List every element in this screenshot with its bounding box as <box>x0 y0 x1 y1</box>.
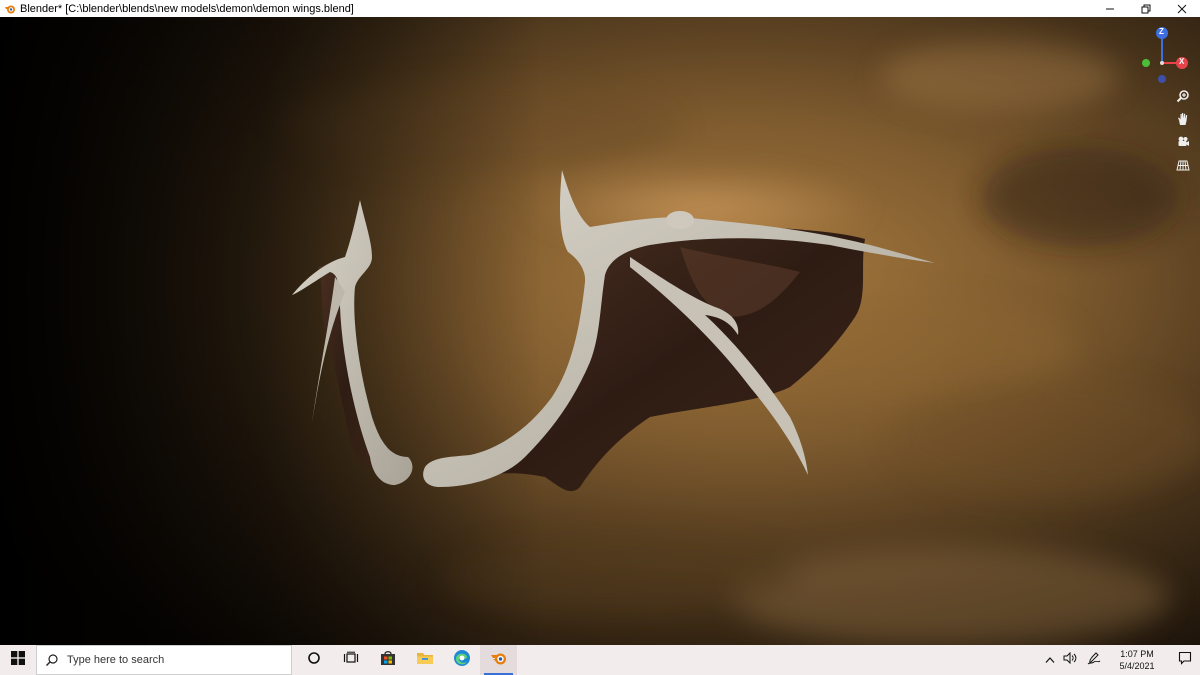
minimize-button[interactable] <box>1092 0 1128 17</box>
taskbar-search[interactable] <box>36 645 292 675</box>
chevron-up-icon <box>1045 651 1055 669</box>
close-button[interactable] <box>1164 0 1200 17</box>
task-view-icon <box>343 651 359 670</box>
pen-workspace-button[interactable] <box>1084 645 1104 675</box>
grid-perspective-icon <box>1176 158 1190 177</box>
window-title: Blender* [C:\blender\blends\new models\d… <box>20 2 354 15</box>
gizmo-x-label: X <box>1179 57 1185 66</box>
store-button[interactable] <box>369 645 406 675</box>
zoom-tool[interactable] <box>1172 87 1194 109</box>
file-explorer-icon <box>416 650 434 671</box>
taskbar: 1:07 PM 5/4/2021 <box>0 645 1200 675</box>
volume-button[interactable] <box>1060 645 1080 675</box>
file-explorer-button[interactable] <box>406 645 443 675</box>
speaker-icon <box>1063 651 1077 669</box>
blender-window: Blender* [C:\blender\blends\new models\d… <box>0 0 1200 675</box>
restore-icon <box>1141 4 1151 14</box>
edge-icon <box>453 649 471 672</box>
close-icon <box>1177 4 1187 14</box>
camera-tool[interactable] <box>1172 133 1194 155</box>
cortana-button[interactable] <box>295 645 332 675</box>
3d-viewport[interactable]: Z X <box>0 17 1200 645</box>
action-center-button[interactable] <box>1170 645 1200 675</box>
blender-taskbar-button[interactable] <box>480 645 517 675</box>
start-button[interactable] <box>0 645 36 675</box>
zoom-icon <box>1176 89 1190 108</box>
edge-button[interactable] <box>443 645 480 675</box>
window-controls <box>1092 0 1200 17</box>
pan-hand-icon <box>1176 112 1190 131</box>
pan-tool[interactable] <box>1172 110 1194 132</box>
search-input[interactable] <box>67 654 267 666</box>
cortana-icon <box>307 651 321 670</box>
title-bar[interactable]: Blender* [C:\blender\blends\new models\d… <box>0 0 1200 17</box>
clock-date: 5/4/2021 <box>1119 661 1155 671</box>
clock-time: 1:07 PM <box>1120 649 1154 659</box>
taskbar-clock[interactable]: 1:07 PM 5/4/2021 <box>1110 648 1164 672</box>
task-view-button[interactable] <box>332 645 369 675</box>
blender-icon <box>490 650 508 671</box>
restore-button[interactable] <box>1128 0 1164 17</box>
store-icon <box>379 650 397 671</box>
perspective-toggle[interactable] <box>1172 156 1194 178</box>
pen-icon <box>1087 651 1101 670</box>
notification-icon <box>1178 651 1192 670</box>
viewport-render <box>0 17 1200 645</box>
blender-app-icon <box>4 3 16 15</box>
system-tray: 1:07 PM 5/4/2021 <box>1040 645 1200 675</box>
camera-icon <box>1176 135 1190 154</box>
minimize-icon <box>1105 4 1115 14</box>
search-icon <box>45 652 61 668</box>
navigation-gizmo[interactable]: Z X <box>1134 25 1194 95</box>
windows-logo-icon <box>11 650 25 670</box>
navigation-tools <box>1172 87 1194 179</box>
show-hidden-icons-button[interactable] <box>1040 645 1060 675</box>
gizmo-z-label: Z <box>1159 27 1164 36</box>
